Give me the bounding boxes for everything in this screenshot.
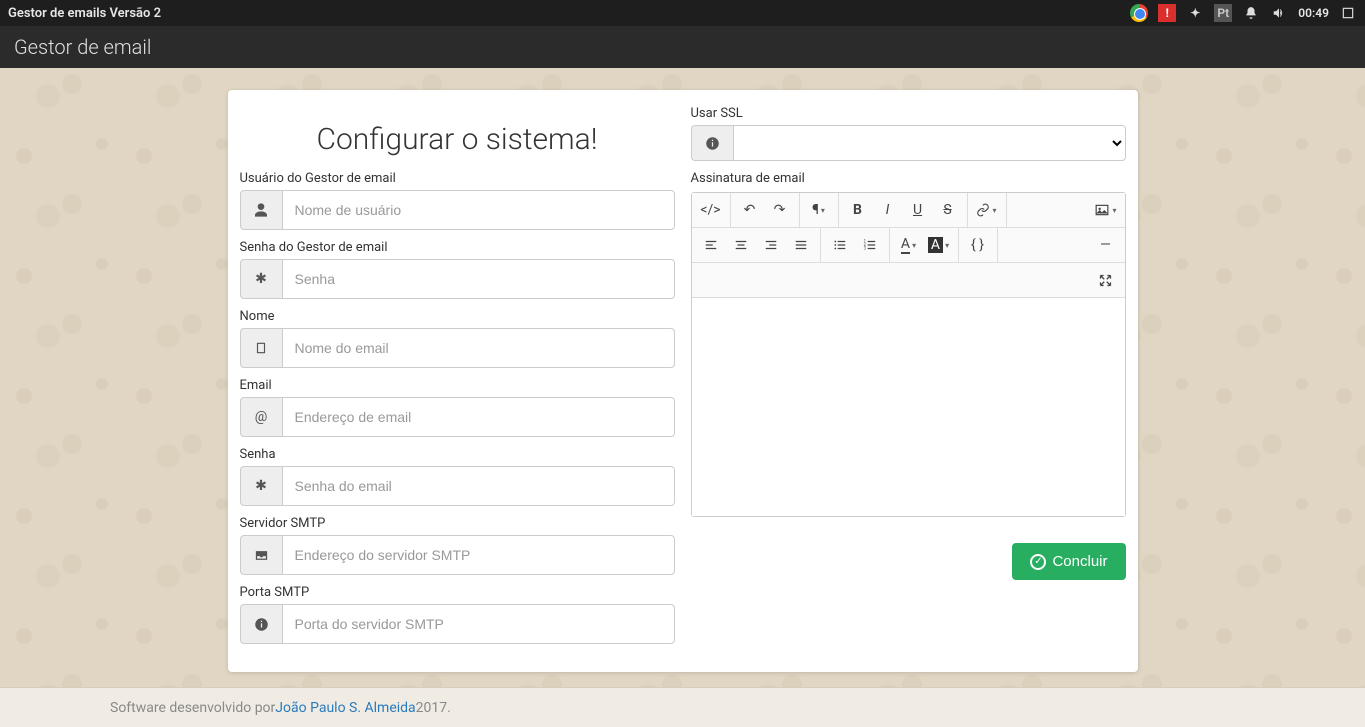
name-input[interactable] bbox=[282, 328, 675, 368]
asterisk-icon: ✱ bbox=[240, 259, 282, 299]
email-input[interactable] bbox=[282, 397, 675, 437]
text-color-icon[interactable]: A bbox=[894, 231, 924, 259]
strike-icon[interactable]: S bbox=[933, 196, 963, 224]
emailpass-label: Senha bbox=[240, 447, 675, 462]
rich-text-editor: </> ↶ ↷ ¶ B I U S bbox=[691, 192, 1126, 517]
port-label: Porta SMTP bbox=[240, 585, 675, 600]
link-icon[interactable] bbox=[972, 196, 1002, 224]
window-controls-icon[interactable] bbox=[1339, 4, 1357, 22]
name-label: Nome bbox=[240, 309, 675, 324]
smtp-input[interactable] bbox=[282, 535, 675, 575]
footer-prefix: Software desenvolvido por bbox=[110, 700, 275, 716]
ssl-label: Usar SSL bbox=[691, 106, 1126, 121]
bg-color-icon[interactable]: A bbox=[924, 231, 954, 259]
port-input[interactable] bbox=[282, 604, 675, 644]
ssl-select[interactable] bbox=[733, 125, 1126, 161]
hr-icon[interactable]: — bbox=[1091, 231, 1121, 259]
bold-icon[interactable]: B bbox=[843, 196, 873, 224]
app-title: Gestor de email bbox=[14, 35, 151, 59]
footer-author-link[interactable]: João Paulo S. Almeida bbox=[275, 700, 415, 716]
align-center-icon[interactable] bbox=[726, 231, 756, 259]
align-right-icon[interactable] bbox=[756, 231, 786, 259]
image-icon[interactable] bbox=[1091, 196, 1121, 224]
pass-label: Senha do Gestor de email bbox=[240, 240, 675, 255]
redo-icon[interactable]: ↷ bbox=[765, 196, 795, 224]
underline-icon[interactable]: U bbox=[903, 196, 933, 224]
smtp-label: Servidor SMTP bbox=[240, 516, 675, 531]
list-ol-icon[interactable]: 123 bbox=[855, 231, 885, 259]
pass-input[interactable] bbox=[282, 259, 675, 299]
emailpass-input[interactable] bbox=[282, 466, 675, 506]
footer: Software desenvolvido por João Paulo S. … bbox=[0, 687, 1365, 727]
window-title: Gestor de emails Versão 2 bbox=[8, 6, 1130, 21]
inbox-icon bbox=[240, 535, 282, 575]
keyboard-layout-icon[interactable]: Pt bbox=[1214, 4, 1232, 22]
config-panel: Configurar o sistema! Usuário do Gestor … bbox=[228, 90, 1138, 672]
info-icon bbox=[691, 125, 733, 161]
book-icon bbox=[240, 328, 282, 368]
editor-content[interactable] bbox=[692, 298, 1125, 516]
systray: ! ✦ Pt 00:49 bbox=[1130, 4, 1357, 22]
user-label: Usuário do Gestor de email bbox=[240, 171, 675, 186]
info-icon bbox=[240, 604, 282, 644]
bell-icon[interactable] bbox=[1242, 4, 1260, 22]
user-input[interactable] bbox=[282, 190, 675, 230]
alert-icon[interactable]: ! bbox=[1158, 4, 1176, 22]
volume-icon[interactable] bbox=[1270, 4, 1288, 22]
align-left-icon[interactable] bbox=[696, 231, 726, 259]
panel-title: Configurar o sistema! bbox=[240, 122, 675, 157]
footer-suffix: 2017. bbox=[416, 700, 451, 716]
svg-text:3: 3 bbox=[863, 246, 866, 251]
italic-icon[interactable]: I bbox=[873, 196, 903, 224]
paragraph-icon[interactable]: ¶ bbox=[804, 196, 834, 224]
list-ul-icon[interactable] bbox=[825, 231, 855, 259]
submit-label: Concluir bbox=[1052, 553, 1107, 570]
code-view-icon[interactable]: </> bbox=[696, 196, 726, 224]
app-header: Gestor de email bbox=[0, 26, 1365, 68]
chrome-icon[interactable] bbox=[1130, 4, 1148, 22]
pin-icon[interactable]: ✦ bbox=[1186, 4, 1204, 22]
undo-icon[interactable]: ↶ bbox=[735, 196, 765, 224]
align-justify-icon[interactable] bbox=[786, 231, 816, 259]
code-block-icon[interactable]: { } bbox=[963, 231, 993, 259]
clock[interactable]: 00:49 bbox=[1298, 6, 1329, 20]
asterisk-icon: ✱ bbox=[240, 466, 282, 506]
system-topbar: Gestor de emails Versão 2 ! ✦ Pt 00:49 bbox=[0, 0, 1365, 26]
submit-button[interactable]: ✓ Concluir bbox=[1012, 543, 1125, 580]
signature-label: Assinatura de email bbox=[691, 171, 1126, 186]
at-icon: @ bbox=[240, 397, 282, 437]
user-icon bbox=[240, 190, 282, 230]
email-label: Email bbox=[240, 378, 675, 393]
check-icon: ✓ bbox=[1030, 554, 1046, 570]
fullscreen-icon[interactable] bbox=[1091, 266, 1121, 294]
